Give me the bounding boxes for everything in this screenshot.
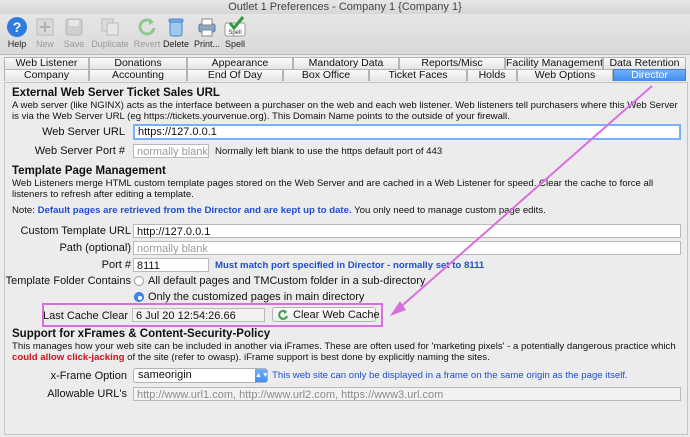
- annotation-arrow: [390, 85, 653, 316]
